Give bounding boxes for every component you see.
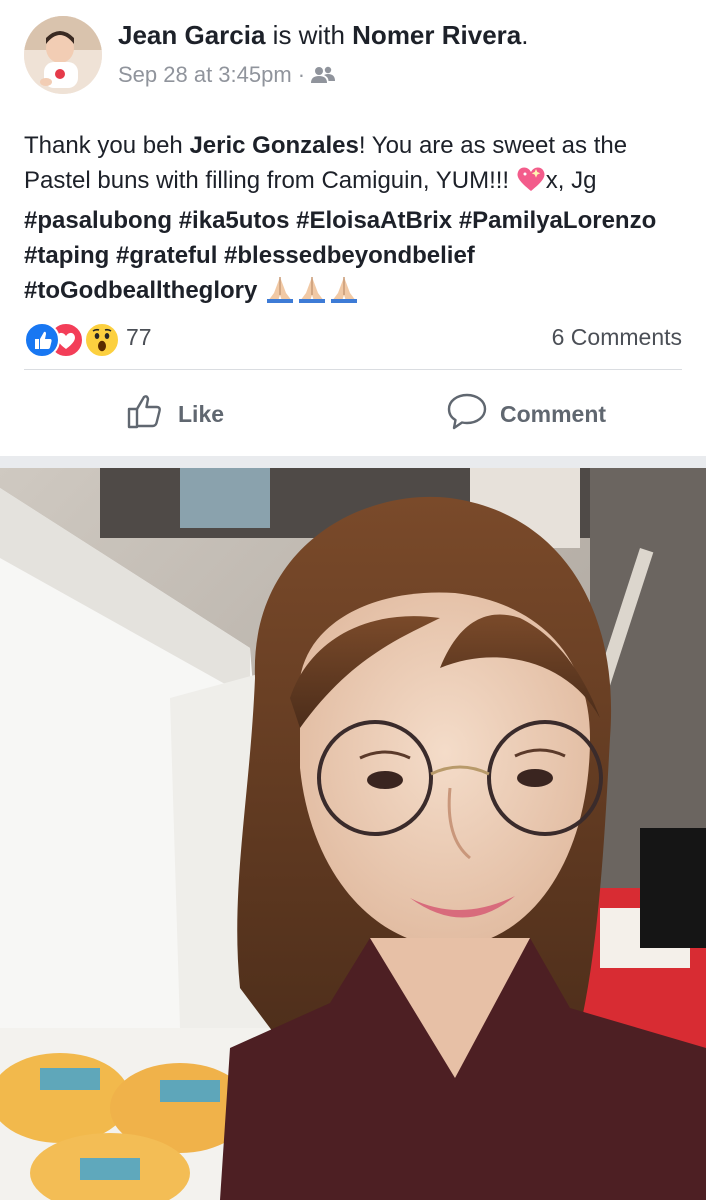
text-part-3: x, Jg [545,167,597,194]
hashtag[interactable]: #toGodbealltheglory [24,277,257,304]
action-bar: Like Comment [0,370,706,456]
text-part-1: Thank you beh [24,132,190,159]
like-label: Like [178,400,225,427]
author-line: Jean Garcia is with Nomer Rivera. [118,18,528,52]
with-text: is with [272,20,345,50]
folded-hands-emoji [296,275,328,313]
reactions-summary[interactable]: 77 6 Comments [24,320,682,358]
folded-hands-emoji [328,275,360,313]
post-photo[interactable] [0,468,706,1200]
hashtag[interactable]: #grateful [116,242,217,269]
post-meta: Sep 28 at 3:45pm · [118,60,336,93]
tagged-suffix: . [521,20,529,50]
mention-link[interactable]: Jeric Gonzales [189,132,358,159]
comment-icon [446,391,488,437]
hashtag[interactable]: #blessedbeyondbelief [224,242,475,269]
hashtag[interactable]: #EloisaAtBrix [296,207,452,234]
author-name[interactable]: Jean Garcia [118,20,265,50]
hashtag[interactable]: #pasalubong [24,207,172,234]
hashtag[interactable]: #PamilyaLorenzo [459,207,656,234]
sparkling-heart-emoji [516,165,546,203]
like-reaction-icon [24,322,60,358]
photo-separator [0,456,706,468]
avatar-image [24,16,102,94]
comments-count[interactable]: 6 Comments [552,324,682,351]
comment-button[interactable]: Comment [446,392,606,436]
reaction-count[interactable]: 77 [126,324,152,351]
author-avatar[interactable] [24,16,102,94]
like-button[interactable]: Like [126,392,224,436]
friends-icon[interactable] [311,63,336,93]
post-text: Thank you beh Jeric Gonzales! You are as… [24,128,686,313]
selfie-photo [0,468,706,1200]
tagged-name[interactable]: Nomer Rivera [352,20,521,50]
wow-reaction-icon [84,322,120,358]
hashtag[interactable]: #taping [24,242,109,269]
hashtag[interactable]: #ika5utos [179,207,290,234]
post-timestamp[interactable]: Sep 28 at 3:45pm [118,62,292,87]
thumbs-up-icon [126,391,166,437]
folded-hands-emoji [264,275,296,313]
reaction-icons[interactable] [24,322,124,358]
meta-separator: · [297,62,306,87]
comment-label: Comment [500,400,607,427]
post-header: Jean Garcia is with Nomer Rivera. Sep 28… [0,0,706,110]
